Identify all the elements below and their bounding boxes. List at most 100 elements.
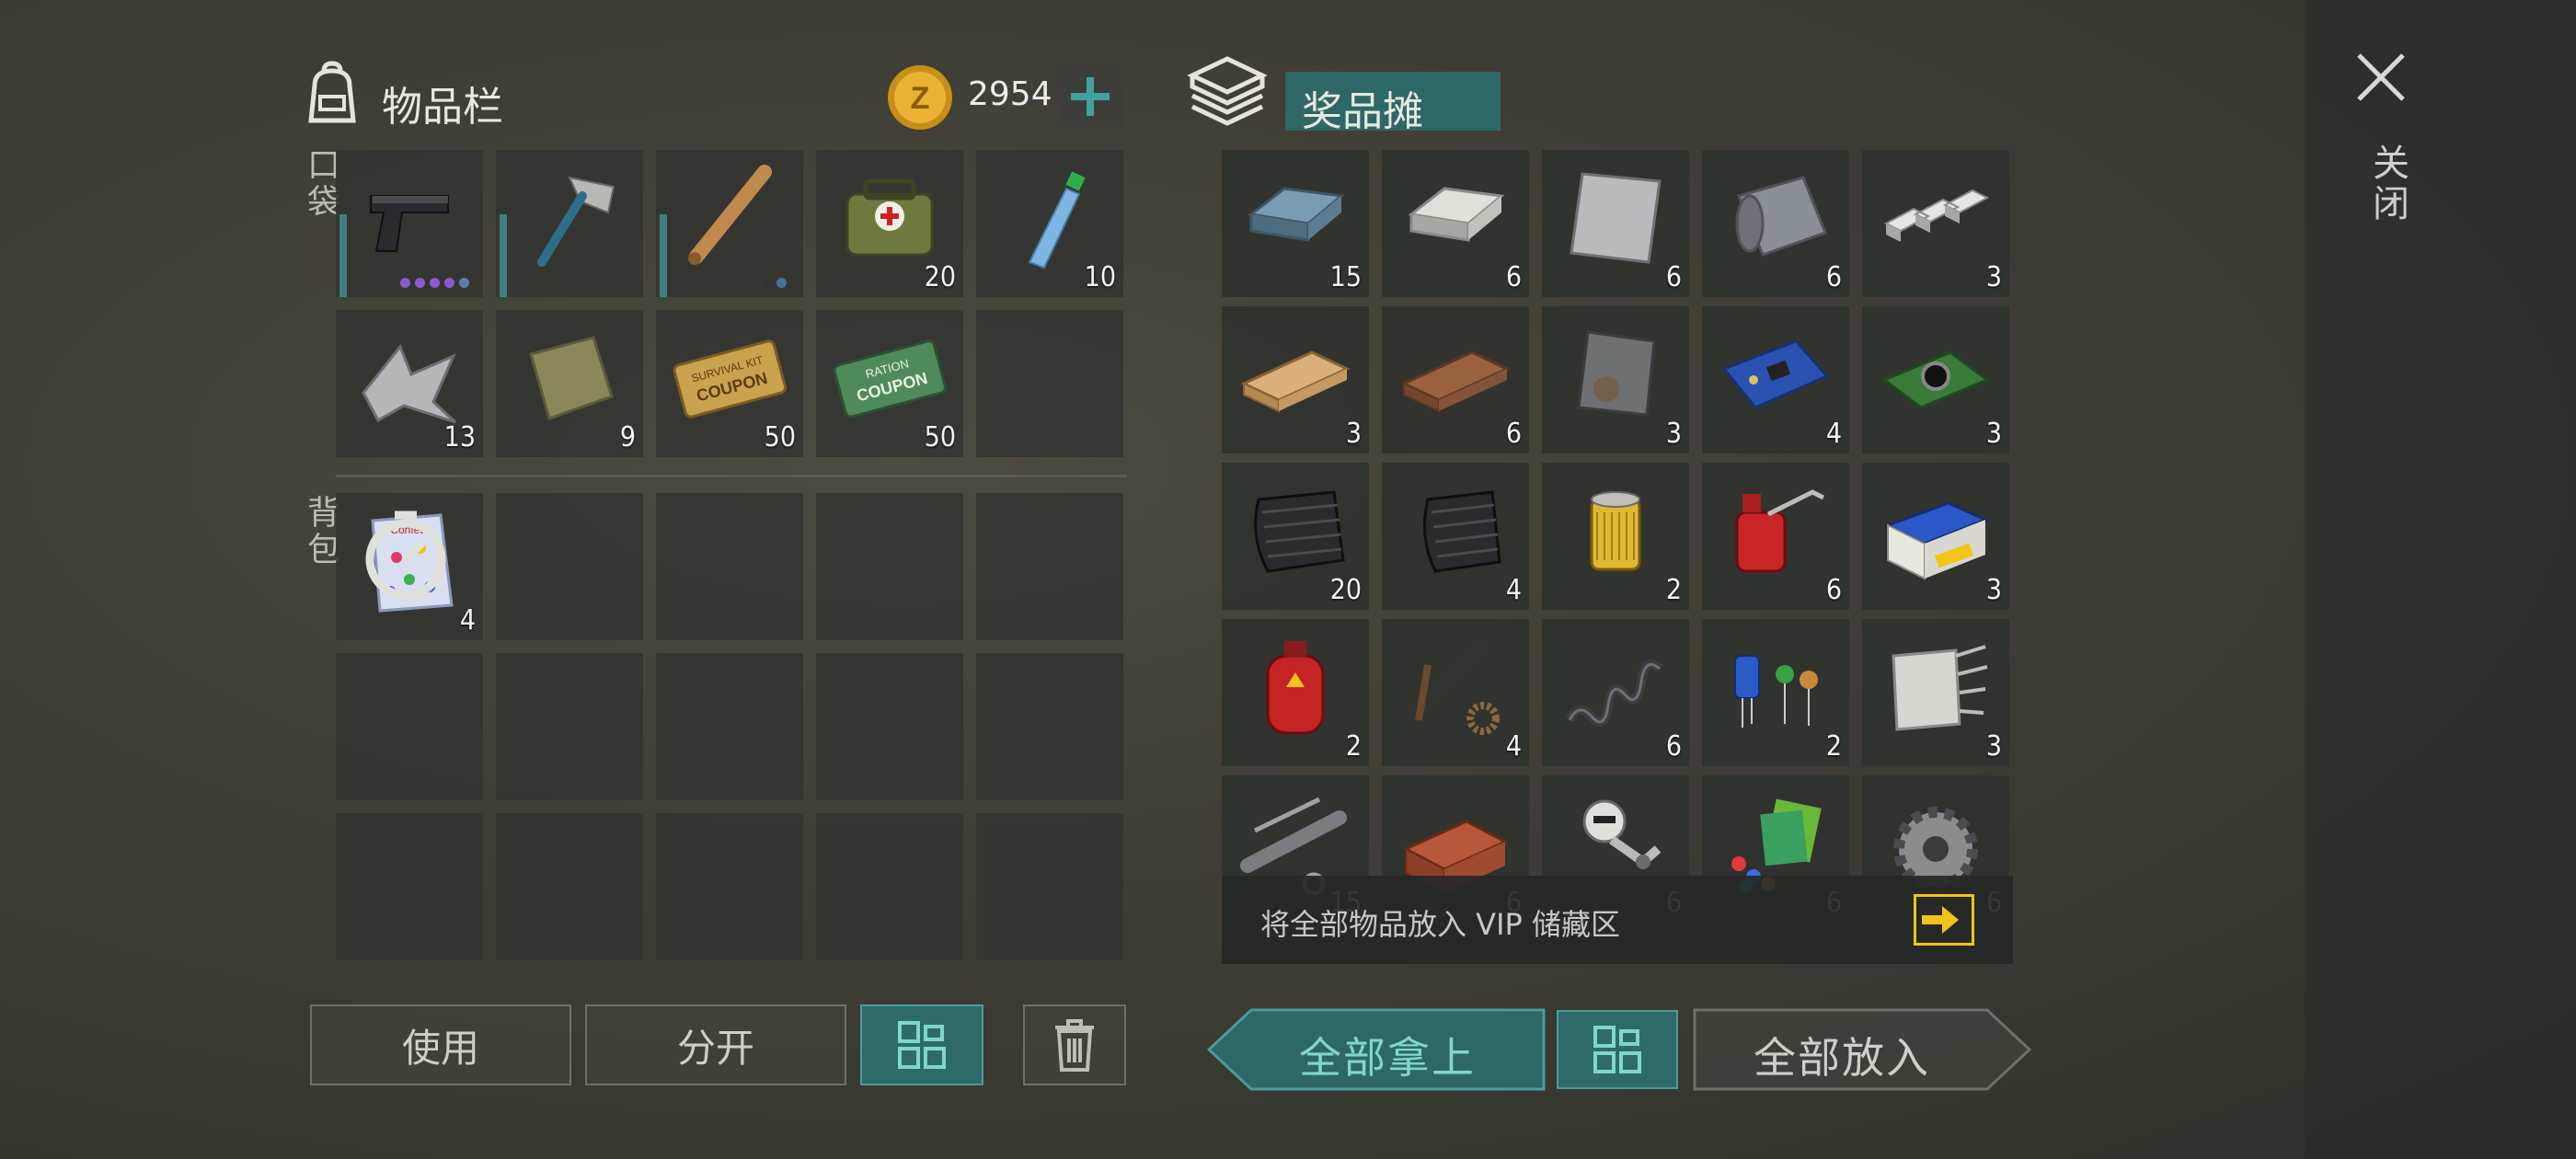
metal-roll-icon [1735, 176, 1827, 257]
use-button[interactable]: 使用 [310, 1004, 571, 1085]
item-slot-survival-kit-coupon[interactable]: SURVIVAL KIT COUPON 50 [656, 310, 803, 457]
dark-wood-plank-icon [1400, 350, 1511, 413]
scrap-metal-icon [362, 344, 457, 424]
close-label[interactable]: 关闭 [2361, 143, 2414, 224]
add-coins-button[interactable] [1058, 64, 1122, 129]
item-slot-camera-module[interactable]: 3 [1862, 306, 2009, 453]
item-slot-cloth-rag[interactable]: 9 [496, 310, 643, 457]
item-quantity: 20 [924, 261, 956, 293]
rusty-plate-icon [1577, 330, 1656, 417]
hatchet-icon [537, 176, 615, 267]
item-slot-mechanical-parts[interactable]: 4 [1382, 619, 1529, 766]
item-slot-capacitors[interactable]: 2 [1702, 619, 1849, 766]
stopwatch-icon [365, 511, 446, 600]
item-quantity: 15 [1329, 261, 1362, 293]
item-slot-carbon-fiber[interactable]: 20 [1222, 463, 1369, 610]
item-slot-ration-coupon[interactable]: RATION COUPON 50 [816, 310, 963, 457]
item-quantity: 4 [1505, 730, 1522, 763]
camera-module-icon [1881, 350, 1990, 409]
item-slot-circuit-board[interactable]: 4 [1702, 306, 1849, 453]
mechanical-parts-icon [1412, 644, 1500, 735]
item-slot-pistol[interactable] [336, 150, 483, 297]
reward-grid: 1566633634320426324623156666 [1222, 150, 2013, 964]
sort-booth-button[interactable] [1557, 1010, 1678, 1089]
item-quantity: 3 [1665, 418, 1682, 450]
wood-plank-icon [1240, 350, 1351, 413]
item-quantity: 4 [1825, 418, 1842, 450]
sort-inventory-button[interactable] [860, 1004, 983, 1085]
item-quantity: 3 [1345, 418, 1362, 450]
item-slot-iron-ingot[interactable]: 15 [1222, 150, 1369, 297]
trash-icon [1055, 1019, 1094, 1072]
item-slot-water-bottle[interactable]: 10 [976, 150, 1123, 297]
vip-storage-bar[interactable]: 将全部物品放入 VIP 储藏区 [1222, 876, 2013, 964]
item-slot-hatchet[interactable] [496, 150, 643, 297]
empty-slot[interactable] [656, 653, 803, 800]
item-slot-spring[interactable]: 6 [1542, 619, 1689, 766]
item-slot-baseball-bat[interactable] [656, 150, 803, 297]
carbon-fiber-icon [1254, 490, 1345, 573]
item-slot-silver-bars[interactable]: 3 [1862, 150, 2009, 297]
empty-slot[interactable] [976, 813, 1123, 960]
item-quantity: 6 [1505, 418, 1522, 450]
item-slot-gas-cylinder[interactable]: 2 [1222, 619, 1369, 766]
empty-slot[interactable] [976, 310, 1123, 457]
quality-dot [459, 278, 469, 288]
empty-slot[interactable] [656, 813, 803, 960]
pistol-icon [370, 195, 449, 252]
oil-filter-icon [1590, 491, 1641, 571]
section-divider [336, 475, 1127, 477]
item-quantity: 2 [1825, 730, 1842, 763]
side-panel-background [2305, 0, 2576, 1159]
empty-slot[interactable] [496, 653, 643, 800]
quality-dot [762, 278, 772, 288]
plus-icon [1071, 77, 1110, 116]
item-slot-silver-ingot[interactable]: 6 [1382, 150, 1529, 297]
item-slot-fiberglass[interactable]: 3 [1862, 619, 2009, 766]
item-quantity: 2 [1345, 730, 1362, 763]
item-quantity: 3 [1985, 418, 2002, 450]
backpack-icon [308, 61, 356, 123]
empty-slot[interactable] [816, 813, 963, 960]
vip-storage-text: 将全部物品放入 VIP 储藏区 [1260, 907, 1620, 942]
empty-slot[interactable] [816, 493, 963, 640]
item-quantity: 10 [1084, 261, 1116, 293]
vip-transfer-button[interactable] [1914, 894, 1974, 946]
trash-button[interactable] [1023, 1004, 1126, 1085]
item-quantity: 9 [619, 421, 636, 453]
empty-slot[interactable] [496, 493, 643, 640]
inventory-header: 物品栏 Z 2954 [294, 55, 1127, 138]
put-all-label: 全部放入 [1754, 1033, 1930, 1083]
split-button[interactable]: 分开 [585, 1004, 846, 1085]
survival-kit-coupon-icon: SURVIVAL KITCOUPON [673, 339, 788, 419]
item-slot-dark-wood-plank[interactable]: 6 [1382, 306, 1529, 453]
item-slot-carbon-cloth[interactable]: 4 [1382, 463, 1529, 610]
item-slot-oil-can[interactable]: 6 [1702, 463, 1849, 610]
item-slot-rusty-plate[interactable]: 3 [1542, 306, 1689, 453]
item-slot-metal-roll[interactable]: 6 [1702, 150, 1849, 297]
arrow-right-icon [1922, 906, 1959, 934]
item-slot-first-aid-bag[interactable]: 20 [816, 150, 963, 297]
empty-slot[interactable] [496, 813, 643, 960]
close-icon[interactable] [2355, 52, 2407, 103]
item-slot-car-battery[interactable]: 3 [1862, 463, 2009, 610]
grid-sort-icon [898, 1021, 946, 1069]
item-slot-wood-plank[interactable]: 3 [1222, 306, 1369, 453]
coin-count: 2954 [968, 75, 1052, 113]
item-slot-steel-plate[interactable]: 6 [1542, 150, 1689, 297]
ration-coupon-icon: RATIONCOUPON [833, 339, 948, 419]
empty-slot[interactable] [976, 493, 1123, 640]
baseball-bat-icon [688, 165, 772, 265]
item-quantity: 6 [1825, 261, 1842, 293]
empty-slot[interactable] [656, 493, 803, 640]
empty-slot[interactable] [976, 653, 1123, 800]
item-quantity: 6 [1665, 730, 1682, 763]
item-slot-confetti-bag[interactable]: Confetti 4 [336, 493, 483, 640]
empty-slot[interactable] [336, 813, 483, 960]
empty-slot[interactable] [336, 653, 483, 800]
item-slot-oil-filter[interactable]: 2 [1542, 463, 1689, 610]
item-slot-scrap-metal[interactable]: 13 [336, 310, 483, 457]
backpack-grid: Confetti 4 [336, 493, 1127, 964]
empty-slot[interactable] [816, 653, 963, 800]
durability-bar [339, 214, 347, 297]
